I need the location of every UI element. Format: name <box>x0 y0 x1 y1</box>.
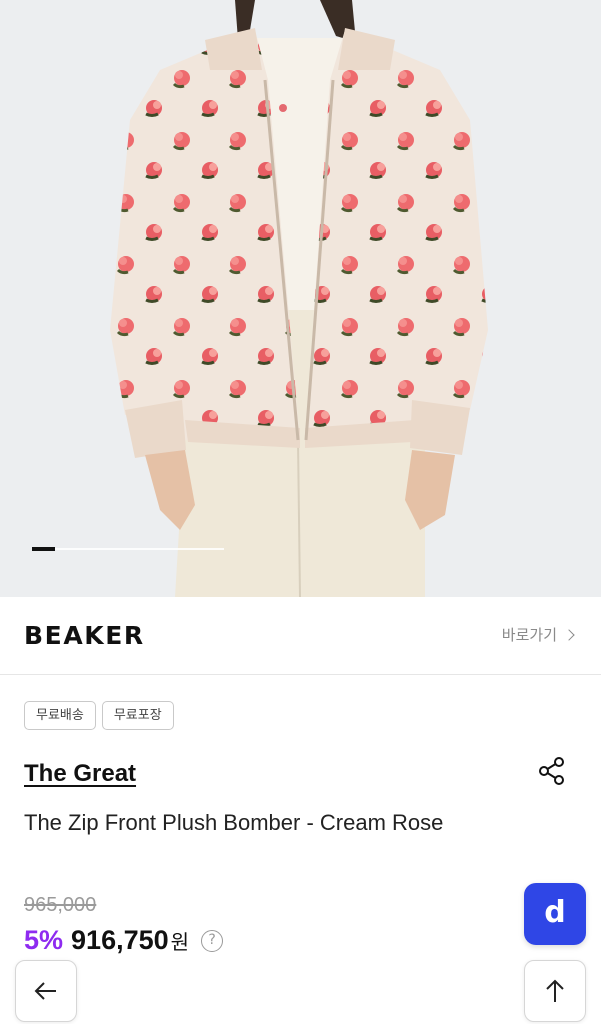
gallery-progress-indicator <box>32 547 56 551</box>
product-title: The Zip Front Plush Bomber - Cream Rose <box>24 810 444 835</box>
back-button[interactable] <box>15 960 77 1022</box>
free-wrapping-tag: 무료포장 <box>101 701 174 730</box>
brand-shop-bar: BEAKER 바로가기 <box>0 597 601 675</box>
arrow-up-icon <box>546 979 564 1002</box>
scroll-top-button[interactable] <box>524 960 586 1022</box>
shortcut-label: 바로가기 <box>501 626 557 644</box>
sale-price: 916,750 <box>71 925 169 955</box>
app-floating-button[interactable]: d <box>524 883 586 945</box>
share-button[interactable] <box>537 755 569 787</box>
chevron-right-icon <box>563 628 575 641</box>
sale-price-row: 5% 916,750 원 ? <box>24 925 224 956</box>
shop-logo: BEAKER <box>24 621 145 650</box>
share-icon <box>539 757 564 785</box>
currency-unit: 원 <box>170 930 190 954</box>
product-photo <box>110 0 488 597</box>
price-help-icon[interactable]: ? <box>201 929 224 952</box>
arrow-left-icon <box>34 982 56 1000</box>
free-shipping-tag: 무료배송 <box>24 701 96 730</box>
shop-shortcut-link[interactable]: 바로가기 <box>501 624 575 645</box>
original-price: 965,000 <box>24 894 97 916</box>
gallery-progress-track <box>32 547 224 551</box>
benefit-tags: 무료배송 무료포장 <box>24 701 174 730</box>
app-logo-icon: d <box>544 894 566 930</box>
product-brand-link[interactable]: The Great <box>24 760 136 788</box>
product-image-gallery[interactable] <box>0 0 601 597</box>
discount-rate: 5% <box>24 925 64 955</box>
